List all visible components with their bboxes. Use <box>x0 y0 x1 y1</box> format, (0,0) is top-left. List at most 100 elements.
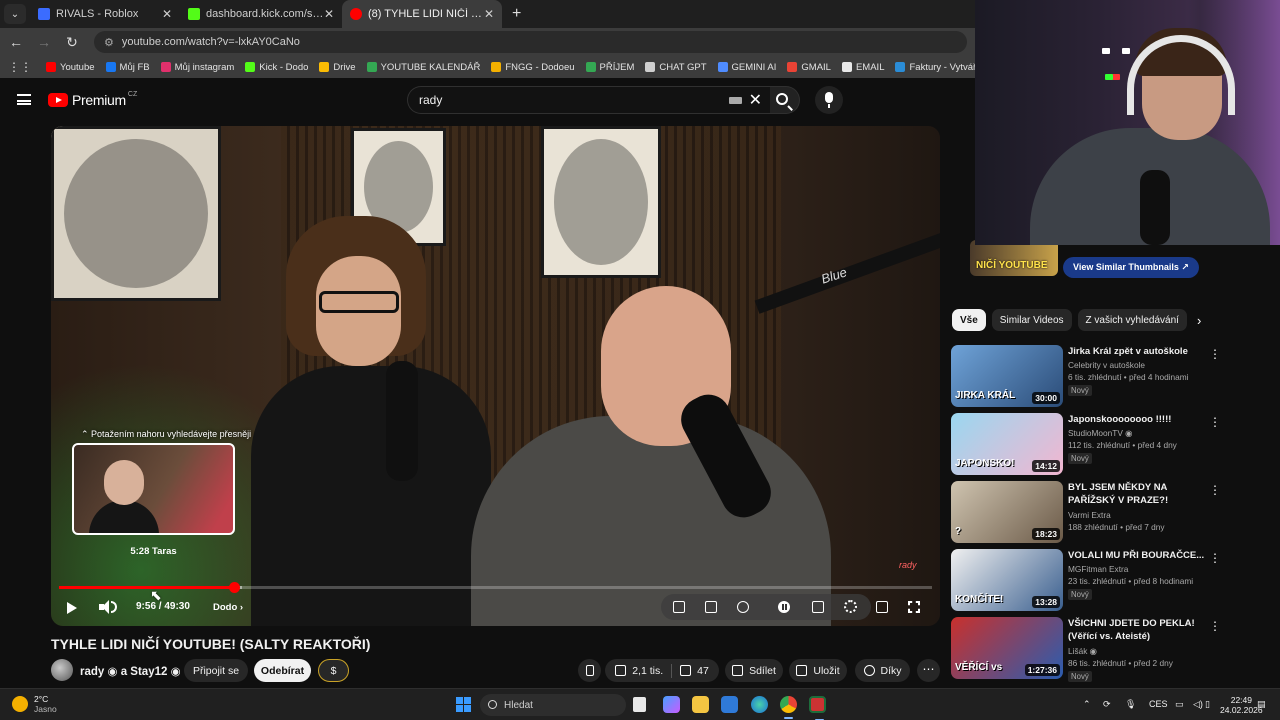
clear-search-icon[interactable]: ✕ <box>749 90 762 110</box>
search-input[interactable]: rady ✕ <box>407 86 770 114</box>
video-player[interactable]: Blue rady ⌃ Potažením nahoru vyhledávejt… <box>51 126 940 626</box>
screenshot-icon[interactable] <box>737 601 749 613</box>
recommendation-item[interactable]: JAPONSKO! 14:12 Japonskoooooooo !!!!! Studi… <box>951 413 1221 475</box>
back-arrow-icon[interactable]: ← <box>4 34 28 50</box>
more-options-icon[interactable]: ⋮ <box>1209 483 1221 497</box>
chevron-right-icon[interactable]: › <box>1197 313 1201 328</box>
video-thumbnail[interactable]: VĚŘÍCÍ vs 1:27:36 <box>951 617 1063 679</box>
outlook-icon[interactable] <box>721 696 738 713</box>
progress-bar[interactable] <box>59 582 932 593</box>
chrome-icon[interactable] <box>780 696 797 719</box>
bookmark-item[interactable]: Drive <box>319 62 356 73</box>
close-icon[interactable]: ✕ <box>162 7 172 21</box>
taskbar-search-input[interactable]: Hledat <box>480 694 626 716</box>
chip-similar-videos[interactable]: Similar Videos <box>991 309 1072 331</box>
new-tab-button[interactable]: + <box>512 5 521 23</box>
bookmark-item[interactable]: Kick - Dodo <box>245 62 308 73</box>
tab-youtube-video[interactable]: (8) TYHLE LIDI NIČÍ YOUTUBE! ( ✕ <box>342 0 502 28</box>
video-thumbnail[interactable]: JIRKA KRÁL 30:00 <box>951 345 1063 407</box>
notification-icon[interactable]: ▤ <box>1257 699 1266 710</box>
copilot-icon[interactable] <box>663 696 680 713</box>
chip-from-searches[interactable]: Z vašich vyhledávání <box>1077 309 1187 331</box>
url-input[interactable]: ⚙ youtube.com/watch?v=-lxkAY0CaNo <box>94 31 967 53</box>
recommendation-item[interactable]: KONČÍTE! 13:28 VOLALI MU PŘI BOURAČCE... MG… <box>951 549 1221 611</box>
bookmark-item[interactable]: Faktury - Vytváření <box>895 62 975 73</box>
more-options-icon[interactable]: ⋮ <box>1209 619 1221 633</box>
recommendation-item[interactable]: ? 18:23 BYL JSEM NĚKDY NA PAŘÍŽSKÝ V PRAZE… <box>951 481 1221 543</box>
file-explorer-icon[interactable] <box>692 696 709 713</box>
bookmark-item[interactable]: YOUTUBE KALENDÁŘ <box>366 62 480 73</box>
chapter-button[interactable]: Dodo › <box>213 602 243 613</box>
video-title[interactable]: BYL JSEM NĚKDY NA PAŘÍŽSKÝ V PRAZE?! <box>1068 481 1208 507</box>
like-button[interactable]: 2,1 tis. <box>615 665 663 677</box>
video-title[interactable]: VŠICHNI JDETE DO PEKLA! (Věřící vs. Atei… <box>1068 617 1208 643</box>
super-thanks-button[interactable]: $ <box>318 659 349 682</box>
bookmark-item[interactable]: GMAIL <box>787 62 831 73</box>
obs-icon[interactable] <box>809 696 826 720</box>
battery-icon[interactable]: ▯ <box>1205 699 1210 710</box>
windows-start-icon[interactable] <box>456 697 471 712</box>
join-button[interactable]: Připojit se <box>184 659 248 682</box>
bookmark-button[interactable] <box>578 659 601 682</box>
channel-name[interactable]: rady ◉ a Stay12 ◉ <box>80 664 181 678</box>
bookmark-item[interactable]: CHAT GPT <box>645 62 707 73</box>
channel-name[interactable]: Celebrity v autoškole <box>1068 360 1145 370</box>
reload-icon[interactable]: ↻ <box>60 34 84 51</box>
forward-arrow-icon[interactable]: → <box>32 34 56 50</box>
more-options-icon[interactable]: ⋮ <box>1209 347 1221 361</box>
video-title[interactable]: Japonskoooooooo !!!!! <box>1068 413 1208 426</box>
thanks-button[interactable]: Díky <box>855 659 910 682</box>
youtube-premium-logo[interactable]: Premium CZ <box>48 91 137 108</box>
channel-name[interactable]: StudioMoonTV ◉ <box>1068 428 1132 438</box>
transcript-icon[interactable] <box>705 601 717 613</box>
sync-icon[interactable]: ⟳ <box>1103 699 1111 710</box>
dislike-button[interactable]: 47 <box>680 665 709 677</box>
keyboard-icon[interactable] <box>729 97 742 104</box>
clock[interactable]: 22:49 24.02.2026 <box>1220 695 1263 715</box>
apps-grid-icon[interactable]: ⋮⋮ <box>8 60 32 74</box>
view-similar-thumbnails-button[interactable]: View Similar Thumbnails ↗ <box>1063 257 1199 278</box>
recommendation-item[interactable]: JIRKA KRÁL 30:00 Jirka Král zpět v autoško… <box>951 345 1221 407</box>
close-icon[interactable]: ✕ <box>324 7 334 21</box>
bookmark-item[interactable]: FNGG - Dodoeu <box>491 62 575 73</box>
recommendation-item[interactable]: VĚŘÍCÍ vs 1:27:36 VŠICHNI JDETE DO PEKLA! … <box>951 617 1221 682</box>
speaker-icon[interactable]: ◁) <box>1193 699 1203 710</box>
network-icon[interactable]: ▭ <box>1175 699 1184 710</box>
search-button[interactable] <box>770 86 800 114</box>
voice-search-button[interactable] <box>815 86 843 114</box>
thumbnail-icon[interactable] <box>673 601 685 613</box>
channel-name[interactable]: MGFitman Extra <box>1068 564 1128 574</box>
tray-overflow-icon[interactable]: ⌃ <box>1083 699 1091 710</box>
task-view-icon[interactable] <box>633 697 646 712</box>
more-actions-button[interactable]: ⋯ <box>917 659 940 682</box>
bookmark-item[interactable]: GEMINI AI <box>717 62 776 73</box>
theater-mode-icon[interactable] <box>876 601 888 613</box>
tab-search-button[interactable]: ⌄ <box>4 4 26 24</box>
more-options-icon[interactable]: ⋮ <box>1209 415 1221 429</box>
chip-all[interactable]: Vše <box>952 309 986 331</box>
channel-name[interactable]: Lišák ◉ <box>1068 646 1097 656</box>
video-title[interactable]: Jirka Král zpět v autoškole <box>1068 345 1208 358</box>
close-icon[interactable]: ✕ <box>484 7 494 21</box>
play-button[interactable] <box>67 602 77 614</box>
channel-avatar[interactable] <box>51 659 73 681</box>
share-button[interactable]: Sdílet <box>725 659 783 682</box>
video-thumbnail[interactable]: JAPONSKO! 14:12 <box>951 413 1063 475</box>
weather-widget[interactable]: 2°C Jasno <box>12 694 57 714</box>
subtitles-icon[interactable] <box>812 601 824 613</box>
language-indicator[interactable]: CES <box>1149 699 1168 709</box>
video-thumbnail[interactable]: KONČÍTE! 13:28 <box>951 549 1063 611</box>
tab-rivals[interactable]: RIVALS - Roblox ✕ <box>30 0 180 28</box>
more-options-icon[interactable]: ⋮ <box>1209 551 1221 565</box>
bookmark-item[interactable]: Můj instagram <box>160 62 234 73</box>
bookmark-item[interactable]: PŘÍJEM <box>585 62 634 73</box>
bookmark-item[interactable]: Můj FB <box>105 62 150 73</box>
site-info-icon[interactable]: ⚙ <box>104 36 114 49</box>
video-title[interactable]: VOLALI MU PŘI BOURAČCE... <box>1068 549 1208 562</box>
subscribe-button[interactable]: Odebírat <box>254 659 311 682</box>
video-thumbnail[interactable]: ? 18:23 <box>951 481 1063 543</box>
bookmark-item[interactable]: Youtube <box>46 62 95 73</box>
tab-kick-dashboard[interactable]: dashboard.kick.com/stream ✕ <box>180 0 342 28</box>
save-button[interactable]: Uložit <box>789 659 847 682</box>
menu-icon[interactable] <box>17 94 31 105</box>
